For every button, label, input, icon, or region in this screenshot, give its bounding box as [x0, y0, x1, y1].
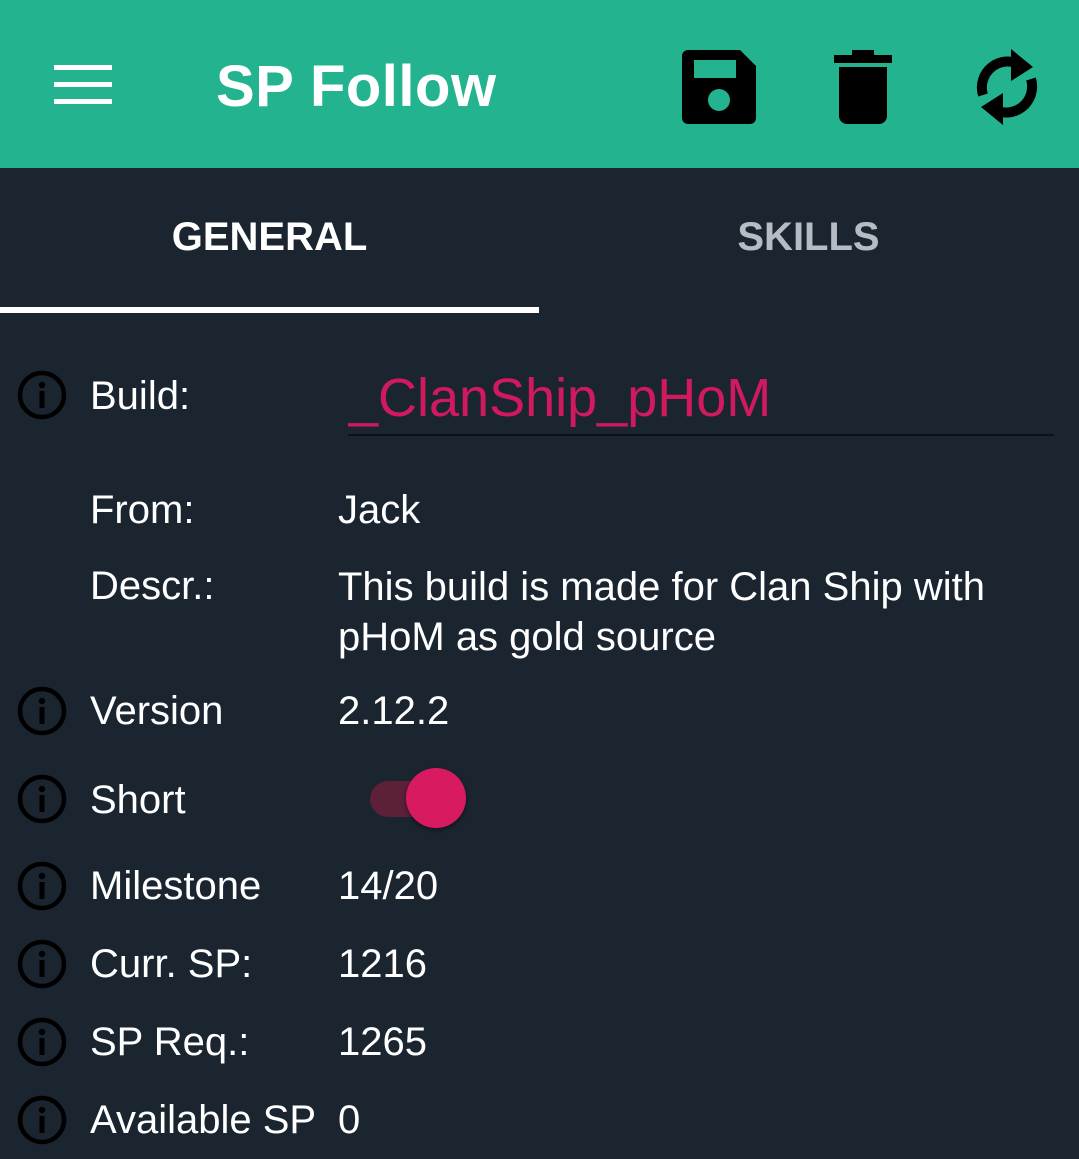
tab-bar: GENERAL SKILLS — [0, 168, 1079, 313]
curr-sp-value: 1216 — [338, 942, 427, 986]
sp-req-label: SP Req.: — [90, 1020, 250, 1064]
version-info-icon[interactable] — [16, 685, 68, 737]
app-bar: SP Follow — [0, 0, 1079, 168]
from-value: Jack — [338, 488, 421, 532]
version-value: 2.12.2 — [338, 689, 450, 733]
short-label: Short — [90, 778, 186, 822]
available-sp-label: Available SP — [90, 1098, 317, 1142]
milestone-label: Milestone — [90, 864, 262, 908]
build-label: Build: — [90, 374, 191, 418]
menu-button[interactable] — [40, 50, 126, 120]
description-label: Descr.: — [90, 564, 215, 608]
tab-skills[interactable]: SKILLS — [539, 168, 1078, 312]
curr-sp-info-icon[interactable] — [16, 938, 68, 990]
build-name-field[interactable] — [348, 362, 1054, 436]
floppy-disk-icon — [682, 50, 756, 124]
sp-req-value: 1265 — [338, 1020, 427, 1064]
available-sp-value: 0 — [338, 1098, 361, 1142]
refresh-button[interactable] — [962, 42, 1052, 132]
milestone-info-icon[interactable] — [16, 860, 68, 912]
milestone-value: 14/20 — [338, 864, 439, 908]
description-value: This build is made for Clan Ship with pH… — [338, 565, 985, 659]
build-info-icon[interactable] — [16, 369, 68, 421]
delete-button[interactable] — [818, 42, 908, 132]
version-label: Version — [90, 689, 224, 733]
from-label: From: — [90, 488, 195, 532]
tab-indicator — [0, 307, 539, 313]
hamburger-menu-icon — [54, 65, 112, 104]
save-button[interactable] — [674, 42, 764, 132]
short-info-icon[interactable] — [16, 773, 68, 825]
tab-general[interactable]: GENERAL — [0, 168, 539, 312]
short-toggle-thumb — [406, 768, 466, 828]
sp-req-info-icon[interactable] — [16, 1016, 68, 1068]
short-toggle[interactable] — [370, 768, 468, 830]
trash-icon — [834, 50, 892, 124]
app-title: SP Follow — [216, 54, 497, 119]
curr-sp-label: Curr. SP: — [90, 942, 253, 986]
refresh-icon — [976, 49, 1038, 125]
available-sp-info-icon[interactable] — [16, 1094, 68, 1146]
